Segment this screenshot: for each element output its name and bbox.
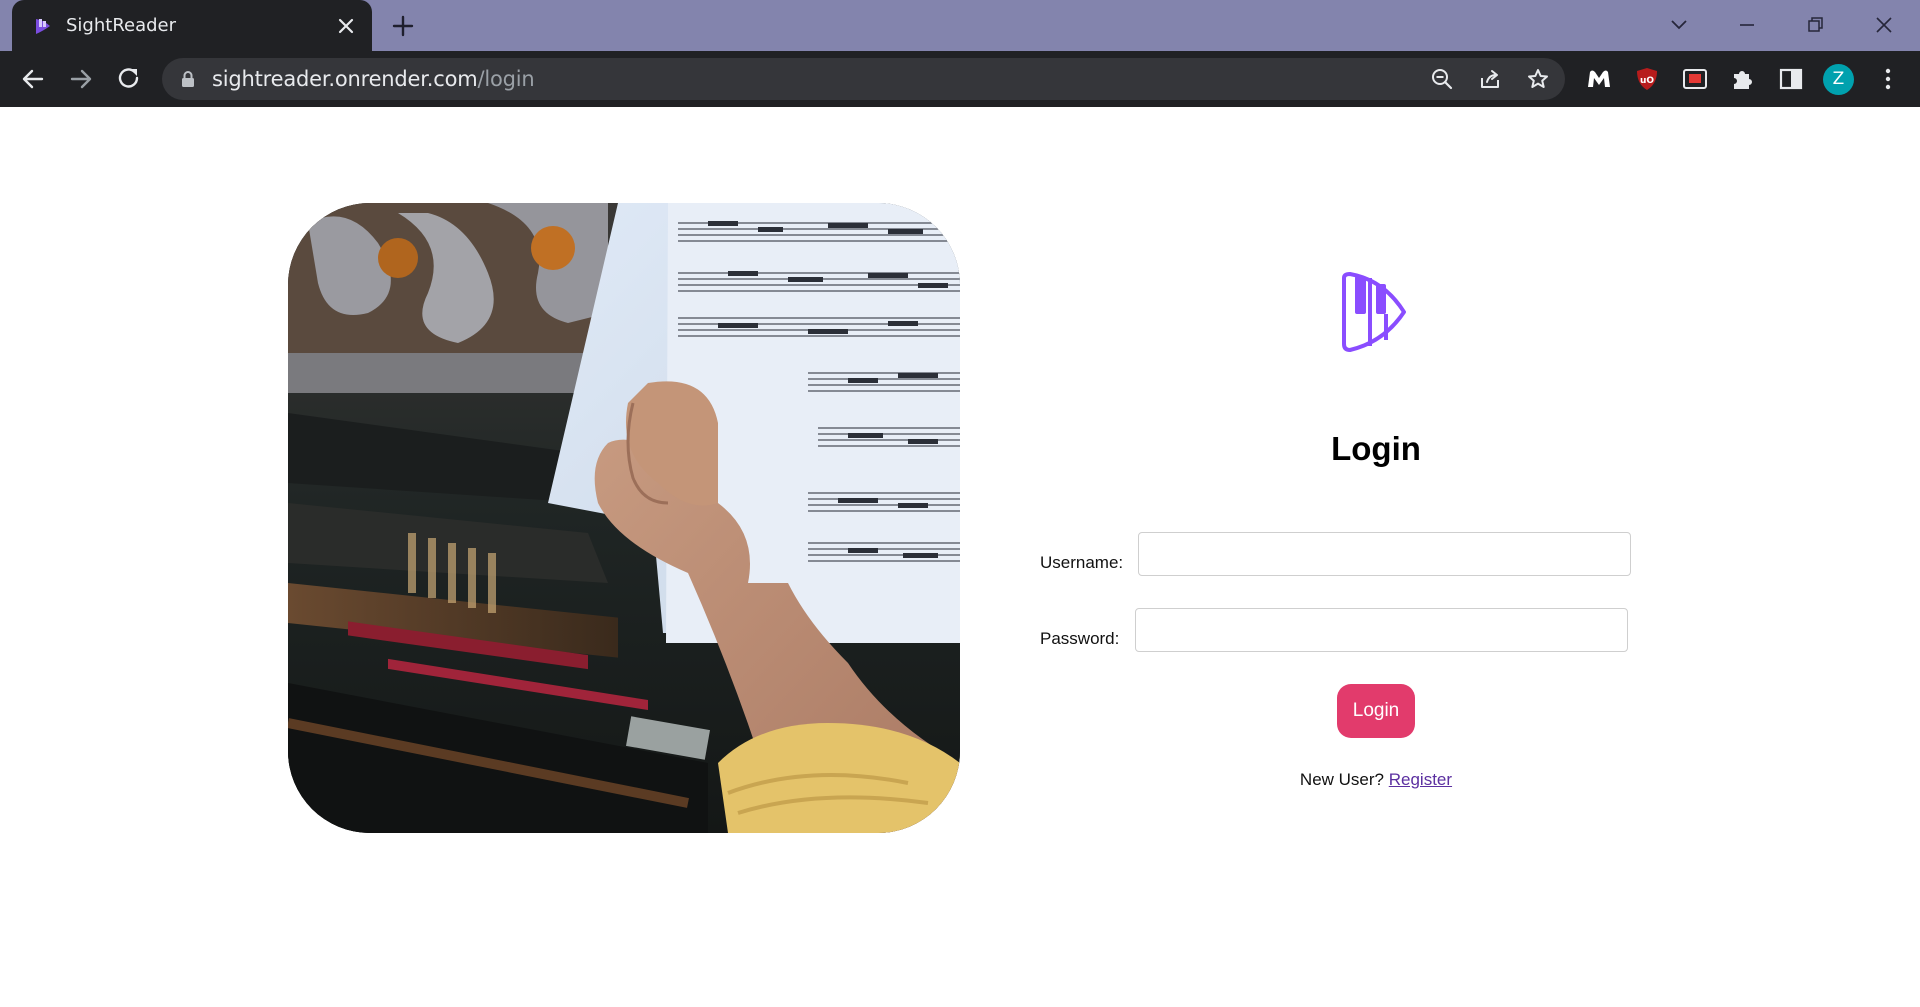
tab-title: SightReader <box>66 15 177 36</box>
zoom-out-icon[interactable] <box>1430 67 1454 91</box>
url-text[interactable]: sightreader.onrender.com/login <box>212 68 535 90</box>
close-icon[interactable] <box>334 14 358 38</box>
browser-toolbar: sightreader.onrender.com/login uO Z <box>0 51 1920 107</box>
register-prompt: New User? <box>1299 770 1385 789</box>
close-window-icon[interactable] <box>1869 10 1899 40</box>
arrow-right-icon[interactable] <box>67 65 95 93</box>
password-field[interactable] <box>1135 608 1628 652</box>
login-button[interactable]: Login <box>1337 684 1415 738</box>
register-link[interactable]: Register <box>1389 770 1452 789</box>
svg-text:uO: uO <box>1640 76 1654 86</box>
register-prompt-line: New User? Register <box>1020 770 1732 790</box>
star-icon[interactable] <box>1526 67 1550 91</box>
username-field[interactable] <box>1138 532 1631 576</box>
profile-avatar[interactable]: Z <box>1823 64 1854 95</box>
browser-tabstrip: SightReader <box>0 0 1920 51</box>
restore-icon[interactable] <box>1800 10 1830 40</box>
minimize-icon[interactable] <box>1732 10 1762 40</box>
plus-icon[interactable] <box>390 13 416 39</box>
lock-icon[interactable] <box>180 70 196 88</box>
browser-tab-active[interactable]: SightReader <box>12 0 372 51</box>
screen-recorder-icon[interactable] <box>1680 64 1710 94</box>
ublock-icon[interactable]: uO <box>1632 64 1662 94</box>
malwarebytes-icon[interactable] <box>1584 64 1614 94</box>
kebab-menu-icon[interactable] <box>1874 65 1902 93</box>
share-icon[interactable] <box>1478 67 1502 91</box>
hero-image <box>288 203 960 833</box>
piano-keys-play-logo-icon <box>1342 272 1406 352</box>
login-panel: Login Username: Password: Login New User… <box>1020 107 1720 1007</box>
url-host: sightreader.onrender.com <box>212 67 478 91</box>
arrow-left-icon[interactable] <box>19 65 47 93</box>
address-bar[interactable]: sightreader.onrender.com/login <box>162 58 1565 100</box>
password-label: Password: <box>1040 629 1120 648</box>
sightreader-favicon-icon <box>36 19 50 34</box>
sheet-music-photo <box>288 203 960 833</box>
login-page: Login Username: Password: Login New User… <box>0 107 1920 1007</box>
side-panel-icon[interactable] <box>1776 64 1806 94</box>
chevron-down-icon[interactable] <box>1664 10 1694 40</box>
reload-icon[interactable] <box>115 65 143 93</box>
url-path: /login <box>477 67 535 91</box>
page-title: Login <box>1331 430 1421 467</box>
username-label: Username: <box>1040 553 1124 572</box>
puzzle-icon[interactable] <box>1728 64 1758 94</box>
